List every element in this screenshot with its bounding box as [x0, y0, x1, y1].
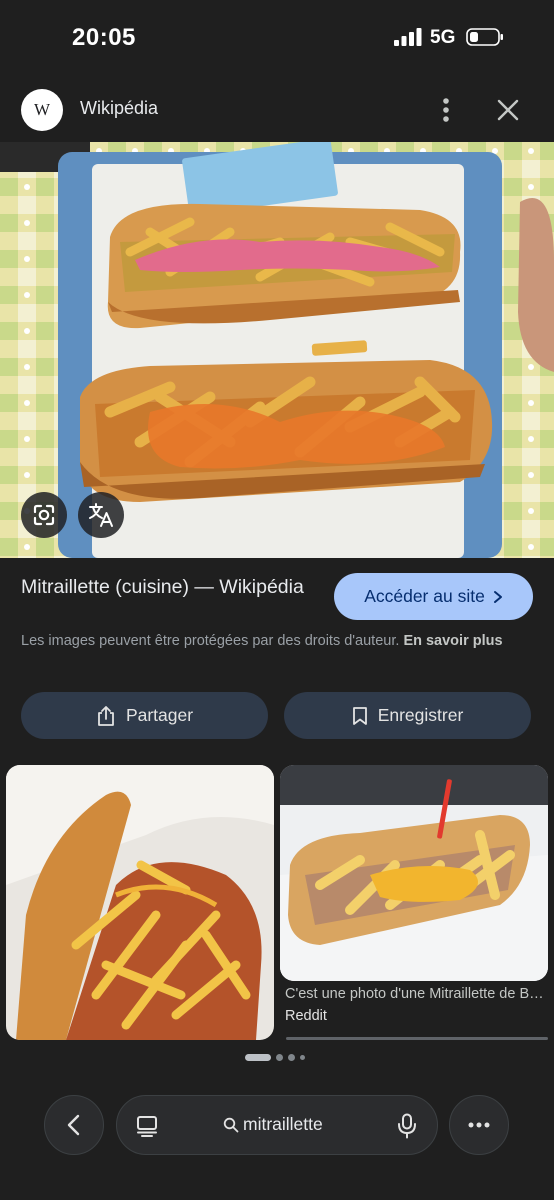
- lens-icon: [33, 504, 55, 526]
- back-button[interactable]: [44, 1095, 104, 1155]
- share-button[interactable]: Partager: [21, 692, 268, 739]
- related-source: Reddit: [285, 1008, 327, 1024]
- battery-icon: [466, 28, 503, 46]
- visit-site-button[interactable]: Accéder au site: [334, 573, 533, 620]
- search-bar[interactable]: mitraillette: [116, 1095, 438, 1155]
- related-image-1[interactable]: [6, 765, 274, 1040]
- indicator-dot: [300, 1054, 305, 1060]
- more-options-button[interactable]: [449, 1095, 509, 1155]
- status-time: 20:05: [72, 24, 136, 51]
- copyright-text: Les images peuvent être protégées par de…: [21, 633, 400, 649]
- source-header: W Wikipédia: [0, 80, 554, 140]
- carousel-indicator: [245, 1053, 305, 1061]
- search-query[interactable]: mitraillette: [223, 1114, 323, 1135]
- result-title[interactable]: Mitraillette (cuisine) — Wikipédia: [21, 574, 321, 600]
- lens-button[interactable]: [21, 492, 67, 538]
- more-horiz-icon: [468, 1122, 490, 1128]
- search-icon: [223, 1117, 239, 1132]
- close-icon[interactable]: [494, 96, 522, 124]
- chevron-right-icon: [493, 590, 502, 603]
- bookmark-icon: [352, 706, 367, 725]
- translate-icon: [89, 503, 113, 527]
- share-icon: [98, 705, 114, 726]
- tabs-icon[interactable]: [135, 1114, 159, 1138]
- save-button[interactable]: Enregistrer: [284, 692, 531, 739]
- learn-more-link[interactable]: En savoir plus: [403, 633, 502, 649]
- signal-icon: [394, 28, 422, 46]
- visit-site-label: Accéder au site: [364, 586, 485, 606]
- more-vert-icon[interactable]: [431, 94, 461, 126]
- search-query-text: mitraillette: [243, 1114, 323, 1134]
- network-type: 5G: [430, 27, 456, 48]
- wikipedia-logo[interactable]: W: [21, 89, 63, 131]
- related-image-2[interactable]: [280, 765, 548, 981]
- indicator-dot-active: [245, 1053, 271, 1061]
- copyright-notice: Les images peuvent être protégées par de…: [21, 631, 531, 652]
- indicator-dot: [276, 1053, 283, 1061]
- status-bar: 20:05 5G: [0, 0, 554, 76]
- save-label: Enregistrer: [377, 705, 464, 725]
- indicator-dot: [288, 1053, 295, 1061]
- related-caption[interactable]: C'est une photo d'une Mitraillette de Br…: [285, 986, 547, 1002]
- share-label: Partager: [125, 705, 194, 725]
- back-icon: [67, 1114, 80, 1136]
- related-image-3-peek: [286, 1037, 548, 1040]
- translate-button[interactable]: [78, 492, 124, 538]
- mic-icon[interactable]: [396, 1113, 418, 1139]
- site-name[interactable]: Wikipédia: [80, 98, 158, 119]
